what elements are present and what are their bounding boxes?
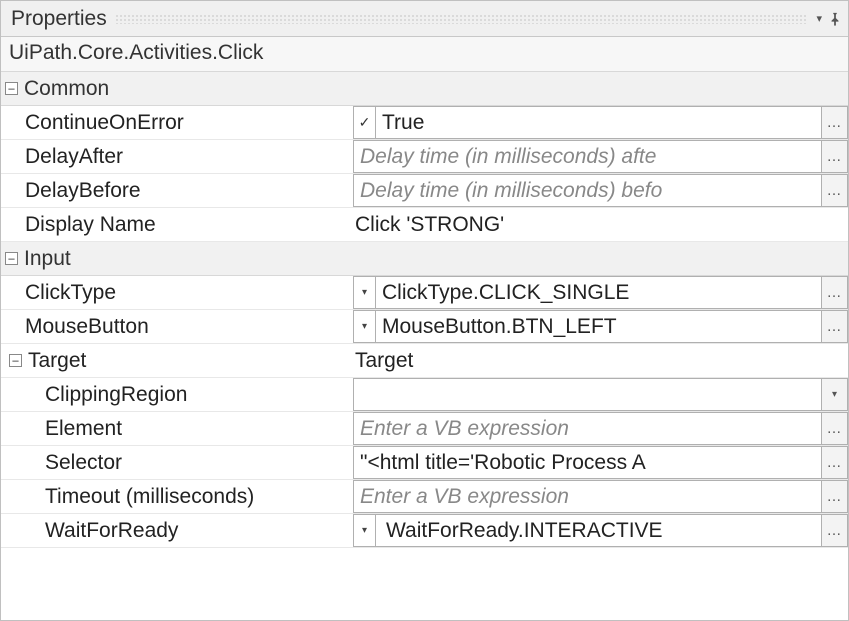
collapse-icon[interactable]: − [9, 354, 22, 367]
ellipsis-button[interactable]: … [822, 412, 848, 445]
prop-mouse-button: MouseButton ▾ MouseButton.BTN_LEFT … [1, 310, 848, 344]
prop-clipping-region: ClippingRegion ▾ [1, 378, 848, 412]
prop-element: Element Enter a VB expression … [1, 412, 848, 446]
prop-click-type: ClickType ▾ ClickType.CLICK_SINGLE … [1, 276, 848, 310]
ellipsis-button[interactable]: … [822, 310, 848, 343]
dropdown-click-type[interactable]: ▾ [353, 276, 375, 309]
input-timeout[interactable]: Enter a VB expression [353, 480, 822, 513]
ellipsis-button[interactable]: … [822, 446, 848, 479]
panel-menu-dropdown-icon[interactable]: ▾ [816, 12, 822, 25]
value-target: Target [353, 344, 848, 377]
prop-label: Timeout (milliseconds) [45, 485, 254, 509]
prop-label: ContinueOnError [25, 111, 184, 135]
input-element[interactable]: Enter a VB expression [353, 412, 822, 445]
prop-label: Display Name [25, 213, 156, 237]
prop-wait-for-ready: WaitForReady ▾ WaitForReady.INTERACTIVE … [1, 514, 848, 548]
ellipsis-button[interactable]: … [822, 106, 848, 139]
input-delay-before[interactable]: Delay time (in milliseconds) befo [353, 174, 822, 207]
input-wait-for-ready[interactable]: WaitForReady.INTERACTIVE [375, 514, 822, 547]
collapse-icon[interactable]: − [5, 252, 18, 265]
category-label: Input [24, 247, 71, 271]
category-target[interactable]: − Target Target [1, 344, 848, 378]
prop-label: MouseButton [25, 315, 149, 339]
category-common[interactable]: − Common [1, 72, 848, 106]
object-type-label: UiPath.Core.Activities.Click [1, 37, 848, 72]
dropdown-button[interactable]: ▾ [822, 378, 848, 411]
panel-grip[interactable] [115, 14, 809, 24]
ellipsis-button[interactable]: … [822, 514, 848, 547]
input-mouse-button[interactable]: MouseButton.BTN_LEFT [375, 310, 822, 343]
ellipsis-button[interactable]: … [822, 480, 848, 513]
ellipsis-button[interactable]: … [822, 140, 848, 173]
dropdown-mouse-button[interactable]: ▾ [353, 310, 375, 343]
pin-icon[interactable] [828, 12, 842, 26]
checkbox-continue-on-error[interactable]: ✓ [353, 106, 375, 139]
prop-timeout: Timeout (milliseconds) Enter a VB expres… [1, 480, 848, 514]
category-label: Target [28, 349, 86, 373]
prop-delay-after: DelayAfter Delay time (in milliseconds) … [1, 140, 848, 174]
category-input[interactable]: − Input [1, 242, 848, 276]
category-label: Common [24, 77, 109, 101]
ellipsis-button[interactable]: … [822, 276, 848, 309]
value-display-name[interactable]: Click 'STRONG' [353, 208, 848, 241]
collapse-icon[interactable]: − [5, 82, 18, 95]
input-click-type[interactable]: ClickType.CLICK_SINGLE [375, 276, 822, 309]
input-delay-after[interactable]: Delay time (in milliseconds) afte [353, 140, 822, 173]
input-clipping-region[interactable] [353, 378, 822, 411]
prop-selector: Selector "<html title='Robotic Process A… [1, 446, 848, 480]
panel-title: Properties [11, 7, 107, 31]
prop-label: Selector [45, 451, 122, 475]
input-selector[interactable]: "<html title='Robotic Process A [353, 446, 822, 479]
prop-continue-on-error: ContinueOnError ✓ True … [1, 106, 848, 140]
dropdown-wait-for-ready[interactable]: ▾ [353, 514, 375, 547]
prop-label: DelayBefore [25, 179, 141, 203]
ellipsis-button[interactable]: … [822, 174, 848, 207]
prop-label: DelayAfter [25, 145, 123, 169]
input-continue-on-error[interactable]: True [375, 106, 822, 139]
prop-display-name: Display Name Click 'STRONG' [1, 208, 848, 242]
prop-label: ClippingRegion [45, 383, 187, 407]
panel-header: Properties ▾ [1, 1, 848, 37]
prop-label: Element [45, 417, 122, 441]
prop-label: ClickType [25, 281, 116, 305]
check-icon: ✓ [359, 114, 371, 131]
prop-label: WaitForReady [45, 519, 178, 543]
prop-delay-before: DelayBefore Delay time (in milliseconds)… [1, 174, 848, 208]
